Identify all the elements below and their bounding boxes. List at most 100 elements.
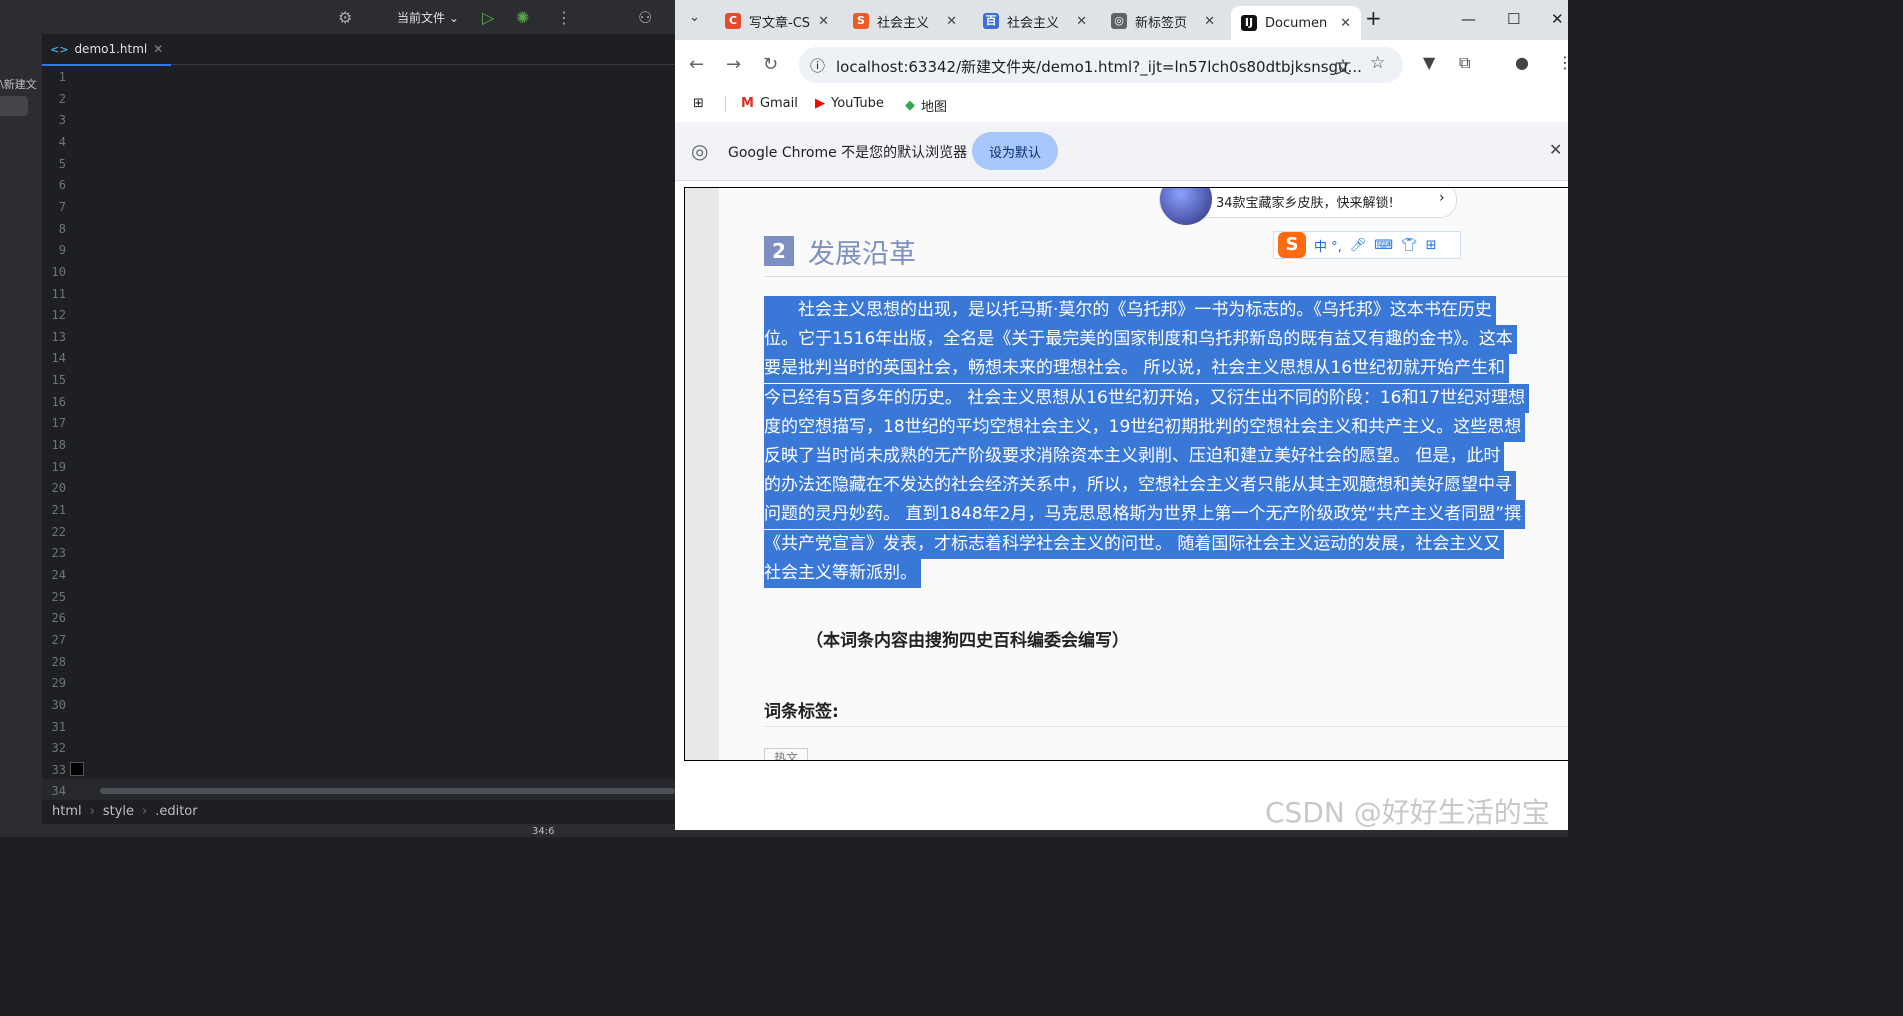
tab-strip: ⌄ C 写文章-CS ✕ S 社会主义 ✕ 百社会主义 ✕ ◎ 新标签页 ✕ IJ Documen ✕ +… <box>675 0 1568 40</box>
browser-tab[interactable]: C 写文章-CS ✕ <box>715 6 839 36</box>
line-number: 33 <box>51 762 66 777</box>
paragraph-line: 度的空想描写，18世纪的平均空想社会主义，19世纪初期批判的空想社会主义和共产主… <box>764 412 1526 442</box>
apps-icon[interactable]: ⊞ <box>693 96 704 111</box>
site-info-icon[interactable]: ⓘ <box>810 55 825 76</box>
project-panel: \新建文 <box>0 34 42 824</box>
watermark: CSDN @好好生活的宝 <box>1265 796 1550 829</box>
close-infobar-icon[interactable]: ✕ <box>1549 140 1562 159</box>
more-icon[interactable]: ⋮ <box>556 8 572 27</box>
editor-tab-demo1[interactable]: <> demo1.html ✕ <box>42 34 172 66</box>
toolbox-icon[interactable]: ⊞ <box>1426 238 1437 253</box>
chevron-down-icon: ⌄ <box>448 11 459 25</box>
paragraph-line: 问题的灵丹妙药。 直到1848年2月，马克思恩格斯为世界上第一个无产阶级政党“共… <box>764 500 1526 530</box>
infobar-message: Google Chrome 不是您的默认浏览器 <box>728 145 968 161</box>
bookmark-star-icon[interactable]: ☆ <box>1370 53 1385 73</box>
profile-icon[interactable]: ● <box>1515 53 1529 72</box>
baike-icon: 百 <box>983 13 999 29</box>
translate-icon[interactable]: 文 <box>1335 54 1351 78</box>
bookmark-maps[interactable]: ◆ 地图 <box>905 96 947 115</box>
page-side-strip <box>685 188 719 760</box>
breadcrumb-item[interactable]: .editor <box>155 804 197 819</box>
keyboard-icon[interactable]: ⌨ <box>1374 238 1393 253</box>
close-tab-icon[interactable]: ✕ <box>1340 16 1351 31</box>
taskbar-strip <box>675 830 1568 837</box>
paragraph-line: 位。它于1516年出版，全名是《关于最完美的国家制度和乌托邦新岛的既有益又有趣的… <box>764 325 1517 355</box>
bookmark-divider <box>725 96 726 112</box>
close-window-icon[interactable]: ✕ <box>1551 10 1564 28</box>
run-icon[interactable]: ▷ <box>482 8 494 27</box>
close-tab-icon[interactable]: ✕ <box>946 14 957 29</box>
ime-mode-label[interactable]: 中 °, <box>1314 236 1342 255</box>
browser-window: ⌄ C 写文章-CS ✕ S 社会主义 ✕ 百社会主义 ✕ ◎ 新标签页 ✕ IJ Documen ✕ +… <box>675 0 1573 837</box>
cursor-position[interactable]: 34:6 <box>532 826 554 837</box>
close-tab-icon[interactable]: ✕ <box>1076 14 1087 29</box>
maps-icon: ◆ <box>905 98 915 113</box>
browser-tab[interactable]: IJ Documen ✕ <box>1231 6 1361 40</box>
editor-tab-label: demo1.html <box>74 42 148 56</box>
close-tab-icon[interactable]: ✕ <box>153 42 163 56</box>
paragraph-line: 要是批判当时的英国社会，畅想未来的理想社会。 所以说，社会主义思想从16世纪初就… <box>764 354 1510 384</box>
csdn-icon: C <box>725 13 741 29</box>
breadcrumb-sep-icon: › <box>89 803 95 819</box>
reload-icon[interactable]: ↻ <box>763 54 778 75</box>
sogou-ime-icon[interactable]: S <box>1278 232 1306 258</box>
editor-tabbar: <> demo1.html ✕ <box>42 34 675 66</box>
ad-avatar-icon <box>1160 188 1212 225</box>
ime-toolbar[interactable]: S 中 °, 🎤︎ ⌨ 👕︎ ⊞ <box>1273 231 1461 259</box>
bookmark-label: YouTube <box>831 96 884 111</box>
project-folder-label[interactable]: \新建文 <box>0 76 37 92</box>
line-number: 5 <box>58 156 66 171</box>
line-number: 29 <box>51 676 66 691</box>
line-number: 21 <box>51 503 66 517</box>
line-number: 4 <box>58 134 66 149</box>
breadcrumb-item[interactable]: style <box>103 804 134 819</box>
youtube-icon: ▶ <box>815 96 825 111</box>
browser-tab-label: 社会主义 <box>877 15 930 31</box>
close-tab-icon[interactable]: ✕ <box>1204 14 1215 29</box>
project-selection[interactable] <box>0 96 28 116</box>
default-browser-infobar: ◎ Google Chrome 不是您的默认浏览器 设为默认 ✕ <box>675 122 1568 181</box>
browser-tab[interactable]: 百社会主义 ✕ <box>973 6 1097 36</box>
line-number: 15 <box>51 373 66 388</box>
add-user-icon[interactable]: ⚇ <box>638 8 652 27</box>
tag-chip[interactable]: 热文 <box>764 748 808 760</box>
ide-statusbar: 34:6 <box>0 824 675 837</box>
vue-devtools-icon[interactable]: ▼ <box>1423 53 1435 72</box>
new-tab-icon[interactable]: + <box>1365 6 1382 30</box>
paragraph-line: 《共产党宣言》发表，才标志着科学社会主义的问世。 随着国际社会主义运动的发展，社… <box>764 529 1505 559</box>
gmail-icon: M <box>741 96 754 111</box>
browser-tab-label: 新标签页 <box>1135 15 1188 31</box>
debug-icon[interactable]: ✺ <box>516 8 529 27</box>
url-text[interactable]: localhost:63342/新建文件夹/demo1.html?_ijt=ln… <box>836 56 1362 77</box>
chevron-right-icon[interactable]: › <box>1439 190 1445 206</box>
skin-icon[interactable]: 👕︎ <box>1401 238 1418 253</box>
close-tab-icon[interactable]: ✕ <box>818 14 829 29</box>
browser-tab[interactable]: S 社会主义 ✕ <box>843 6 967 36</box>
bug-stop-icon[interactable]: ⚙ <box>338 8 352 27</box>
color-swatch-icon[interactable] <box>70 762 84 776</box>
tab-search-icon[interactable]: ⌄ <box>689 10 700 25</box>
ime-skin-ad[interactable]: 34款宝藏家乡皮肤，快来解锁! › <box>1159 188 1457 225</box>
browser-tab-label: 社会主义 <box>1007 15 1060 31</box>
bookmark-gmail[interactable]: M Gmail <box>741 96 798 111</box>
line-number: 13 <box>51 329 66 344</box>
back-icon[interactable]: ← <box>689 54 704 75</box>
paragraph-line: 的办法还隐藏在不发达的社会经济关系中，所以，空想社会主义者只能从其主观臆想和美好… <box>764 471 1516 501</box>
breadcrumb-item[interactable]: html <box>52 804 82 819</box>
menu-icon[interactable]: ⋮ <box>1557 53 1573 72</box>
extensions-icon[interactable]: ⧉ <box>1459 53 1470 73</box>
maximize-icon[interactable]: ☐ <box>1507 10 1520 28</box>
breadcrumb: html › style › .editor <box>42 800 685 822</box>
line-number: 11 <box>51 286 66 301</box>
line-number: 24 <box>51 567 66 582</box>
line-number: 26 <box>51 611 66 626</box>
mic-icon[interactable]: 🎤︎ <box>1350 238 1367 253</box>
bookmark-youtube[interactable]: ▶ YouTube <box>815 96 884 111</box>
horizontal-scrollbar[interactable] <box>100 788 675 794</box>
run-config-dropdown[interactable]: 当前文件 ⌄ <box>397 9 459 26</box>
browser-tab[interactable]: ◎ 新标签页 ✕ <box>1101 6 1225 36</box>
editor-box[interactable]: 2 发展沿革 社会主义思想的出现，是以托马斯·莫尔的《乌托邦》一书为标志的。《乌… <box>684 187 1568 761</box>
set-default-button[interactable]: 设为默认 <box>972 132 1058 170</box>
forward-icon[interactable]: → <box>726 54 741 75</box>
minimize-icon[interactable]: — <box>1461 10 1476 28</box>
